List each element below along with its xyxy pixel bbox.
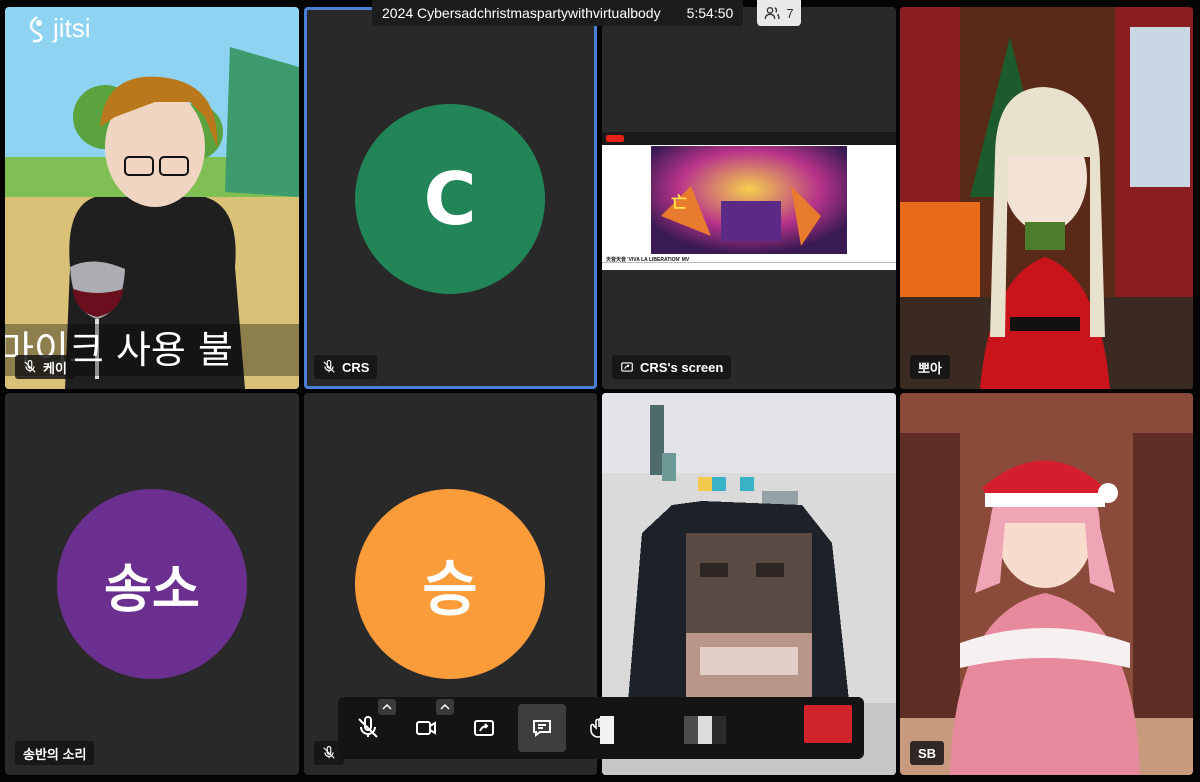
microphone-muted-icon (358, 716, 378, 738)
jitsi-logo[interactable]: jitsi (25, 13, 91, 44)
camera-icon (416, 721, 436, 735)
chevron-up-icon (440, 703, 450, 710)
shared-screen: 亡 天音天音 'VIVA LA LIBERATION' MV (602, 132, 896, 270)
participant-name-tag: 송반의 소리 (15, 741, 95, 765)
participant-tile-ppoa[interactable]: 뽀아 (900, 7, 1193, 389)
chat-button[interactable] (518, 704, 566, 752)
chevron-up-icon (382, 703, 392, 710)
share-screen-icon (474, 720, 494, 736)
jitsi-logo-text: jitsi (53, 13, 91, 43)
participant-name: 송반의 소리 (23, 746, 87, 762)
participant-tile-kei[interactable]: jitsi 마이크 사용 불 케이 (5, 7, 299, 389)
participant-tile-crs-screen[interactable]: 亡 天音天音 'VIVA LA LIBERATION' MV CRS's scr… (602, 7, 896, 389)
participant-name-tag: SB (910, 741, 945, 765)
participant-name: 케이 (43, 360, 67, 376)
share-screen-button[interactable] (460, 704, 508, 752)
microphone-muted-icon (24, 360, 36, 373)
meeting-duration: 5:54:50 (686, 5, 734, 21)
avatar-initial: C (423, 157, 477, 241)
meeting-title: 2024 Cybersadchristmaspartywithvirtualbo… (382, 5, 661, 21)
participant-name-tag: CRS (314, 355, 378, 379)
participant-name-tag: 뽀아 (910, 355, 950, 379)
video-settings-caret[interactable] (436, 699, 454, 715)
participant-name: CRS (342, 359, 370, 375)
shared-video-frame: 亡 (651, 146, 847, 254)
screen-share-icon (621, 362, 633, 372)
participants-icon (765, 6, 780, 20)
participant-name: CRS's screen (640, 359, 724, 375)
avatar: 송소 (57, 489, 247, 679)
avatar: 승 (355, 489, 545, 679)
meeting-info-bar: 2024 Cybersadchristmaspartywithvirtualbo… (372, 0, 744, 26)
participant-name-tag: 케이 (15, 355, 75, 379)
avatar: C (355, 104, 545, 294)
video-feed (900, 7, 1193, 389)
avatar-initial: 송소 (104, 559, 200, 620)
microphone-muted-icon (323, 746, 335, 759)
jitsi-logo-icon (29, 15, 43, 42)
chat-icon (533, 720, 551, 737)
participant-tile-sb[interactable]: SB (900, 393, 1193, 775)
participant-name: SB (918, 745, 937, 761)
participant-name-tag: CRS's screen (612, 355, 732, 379)
participants-count-button[interactable]: 7 (757, 0, 801, 26)
participant-tile-songbanui-sori[interactable]: 송소 송반의 소리 (5, 393, 299, 775)
participant-count: 7 (786, 5, 794, 21)
microphone-muted-icon (323, 360, 335, 373)
pixelated-overlay (600, 716, 726, 744)
participant-tile-crs[interactable]: C CRS (304, 7, 597, 389)
avatar-initial: 승 (422, 554, 478, 625)
hangup-button[interactable] (804, 705, 852, 743)
audio-settings-caret[interactable] (378, 699, 396, 715)
video-feed (900, 393, 1193, 775)
svg-text:亡: 亡 (671, 193, 687, 212)
meeting-toolbar (338, 697, 864, 759)
participant-name: 뽀아 (918, 360, 942, 376)
